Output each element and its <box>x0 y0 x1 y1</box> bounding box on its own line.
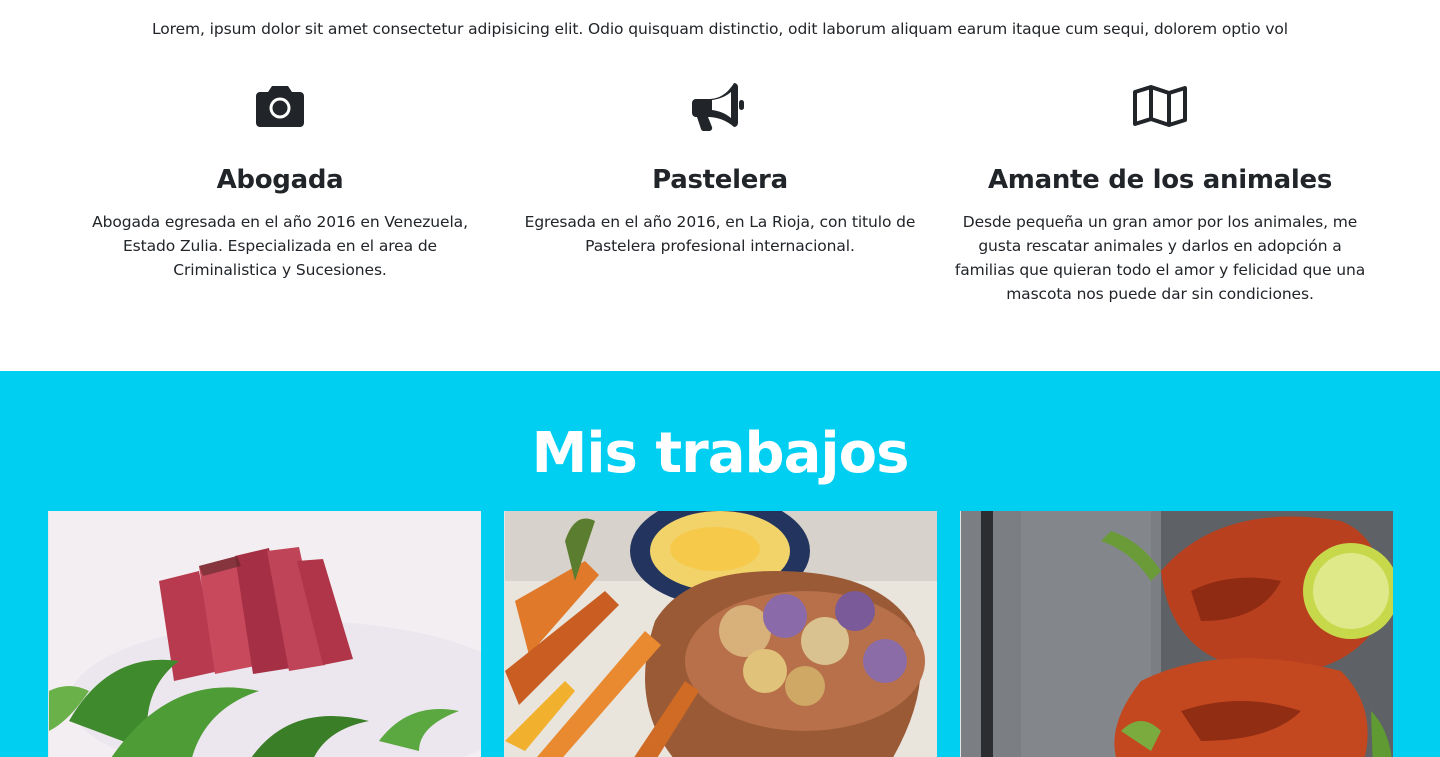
feature-title: Pastelera <box>652 165 788 195</box>
feature-abogada: Abogada Abogada egresada en el año 2016 … <box>60 80 500 306</box>
works-section: Mis trabajos <box>0 371 1440 757</box>
intro-text: Lorem, ipsum dolor sit amet consectetur … <box>151 20 1288 38</box>
works-title: Mis trabajos <box>531 421 910 486</box>
seared-tuna-photo <box>49 511 481 757</box>
feature-pastelera: Pastelera Egresada en el año 2016, en La… <box>500 80 940 306</box>
feature-title: Amante de los animales <box>987 165 1332 195</box>
features-section: Abogada Abogada egresada en el año 2016 … <box>60 80 1380 306</box>
feature-description: Abogada egresada en el año 2016 en Venez… <box>92 213 468 279</box>
roasted-vegetables-chips-photo <box>505 511 937 757</box>
glazed-salmon-photo <box>961 511 1393 757</box>
feature-animales: Amante de los animales Desde pequeña un … <box>940 80 1380 306</box>
bullhorn-icon <box>500 80 940 132</box>
map-icon <box>940 80 1380 132</box>
feature-description: Desde pequeña un gran amor por los anima… <box>954 213 1366 303</box>
work-card-tuna[interactable] <box>48 511 481 757</box>
camera-icon <box>60 80 500 132</box>
feature-description: Egresada en el año 2016, en La Rioja, co… <box>524 213 916 255</box>
work-card-vegetables[interactable] <box>504 511 937 757</box>
feature-title: Abogada <box>216 165 344 195</box>
work-card-salmon[interactable] <box>960 511 1393 757</box>
